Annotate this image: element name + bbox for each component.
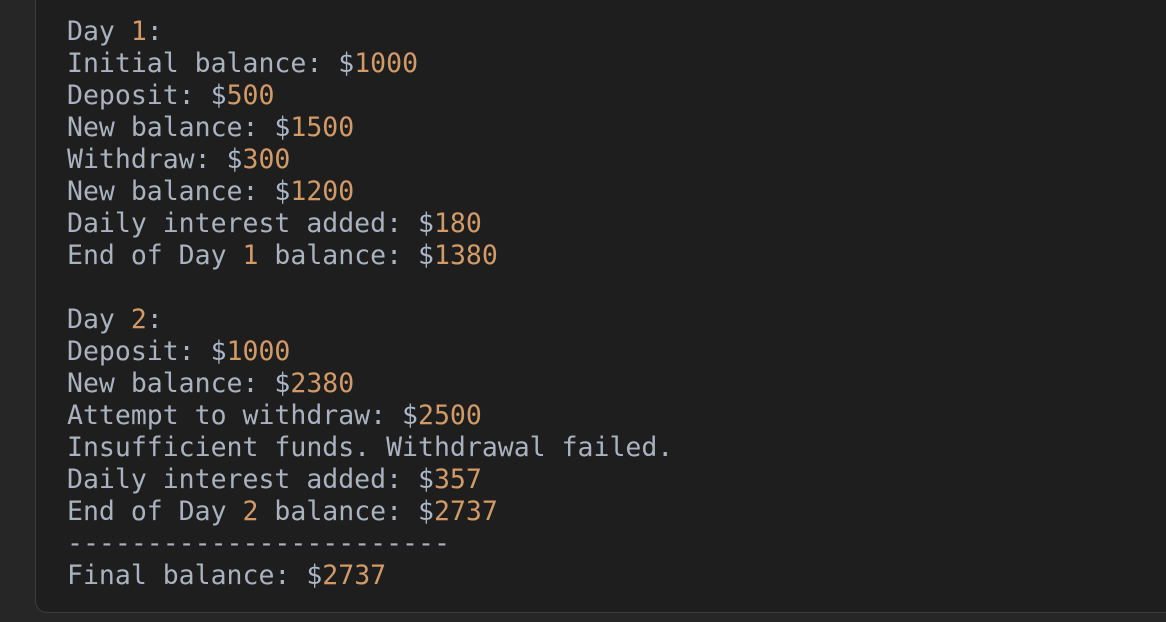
text-token: End of Day bbox=[67, 496, 243, 527]
text-token: balance: bbox=[258, 496, 419, 527]
output-line: Attempt to withdraw: $2500 bbox=[67, 400, 673, 432]
number-token: 2380 bbox=[290, 368, 355, 399]
output-line: Daily interest added: $357 bbox=[67, 464, 673, 496]
text-token: $ bbox=[418, 496, 434, 527]
output-line: New balance: $1500 bbox=[67, 112, 673, 144]
output-line: New balance: $1200 bbox=[67, 176, 673, 208]
number-token: 2 bbox=[242, 496, 259, 527]
console-output: Day 1: Initial balance: $1000 Deposit: $50… bbox=[67, 16, 673, 592]
output-line: End of Day 1 balance: $1380 bbox=[67, 240, 673, 272]
output-line: New balance: $2380 bbox=[67, 368, 673, 400]
output-line: Deposit: $1000 bbox=[67, 336, 673, 368]
text-token: $ bbox=[210, 336, 227, 367]
number-token: 2500 bbox=[418, 400, 482, 431]
output-line: Daily interest added: $180 bbox=[67, 208, 673, 240]
number-token: 1 bbox=[242, 240, 259, 271]
number-token: 1000 bbox=[354, 48, 419, 79]
output-line: Final balance: $2737 bbox=[67, 560, 673, 592]
text-token: $ bbox=[210, 80, 227, 111]
text-token: Withdraw: bbox=[67, 144, 227, 175]
text-token: $ bbox=[306, 560, 323, 591]
number-token: 500 bbox=[226, 80, 275, 111]
number-token: 1500 bbox=[290, 112, 355, 143]
text-token: New balance: bbox=[67, 112, 275, 143]
number-token: 357 bbox=[433, 464, 482, 495]
text-token: Deposit: bbox=[67, 80, 211, 111]
output-line: ------------------------ bbox=[67, 528, 673, 560]
output-line: Withdraw: $300 bbox=[67, 144, 673, 176]
output-line: Day 2: bbox=[67, 304, 673, 336]
text-token: Day bbox=[67, 304, 131, 335]
number-token: 300 bbox=[242, 144, 291, 175]
text-token: $ bbox=[418, 240, 434, 271]
text-token: Deposit: bbox=[67, 336, 211, 367]
text-token: New balance: bbox=[67, 368, 275, 399]
number-token: 1380 bbox=[433, 240, 498, 271]
number-token: 1200 bbox=[290, 176, 355, 207]
number-token: 1000 bbox=[226, 336, 291, 367]
output-line: Initial balance: $1000 bbox=[67, 48, 673, 80]
text-token: Attempt to withdraw: bbox=[67, 400, 403, 431]
text-token: $ bbox=[418, 464, 434, 495]
number-token: 1 bbox=[130, 16, 147, 47]
text-token: $ bbox=[418, 208, 434, 239]
text-token: Final balance: bbox=[67, 560, 307, 591]
text-token: New balance: bbox=[67, 176, 275, 207]
text-token: Insufficient funds. Withdrawal failed. bbox=[67, 432, 674, 463]
text-token: $ bbox=[226, 144, 243, 175]
text-token: $ bbox=[402, 400, 419, 431]
output-line: Insufficient funds. Withdrawal failed. bbox=[67, 432, 673, 464]
number-token: 2737 bbox=[322, 560, 387, 591]
text-token: : bbox=[146, 16, 163, 47]
text-token: : bbox=[146, 304, 163, 335]
number-token: 180 bbox=[433, 208, 482, 239]
number-token: 2 bbox=[130, 304, 147, 335]
number-token: 2737 bbox=[433, 496, 498, 527]
text-token: $ bbox=[274, 176, 291, 207]
output-line: Day 1: bbox=[67, 16, 673, 48]
text-token: Daily interest added: bbox=[67, 208, 418, 239]
output-line: End of Day 2 balance: $2737 bbox=[67, 496, 673, 528]
text-token: $ bbox=[338, 48, 355, 79]
text-token: $ bbox=[274, 112, 291, 143]
text-token: ------------------------ bbox=[67, 528, 450, 559]
text-token: End of Day bbox=[67, 240, 243, 271]
text-token: Initial balance: bbox=[67, 48, 339, 79]
output-line: Deposit: $500 bbox=[67, 80, 673, 112]
text-token: balance: bbox=[258, 240, 419, 271]
text-token: $ bbox=[274, 368, 291, 399]
text-token: Daily interest added: bbox=[67, 464, 418, 495]
text-token: Day bbox=[67, 16, 131, 47]
